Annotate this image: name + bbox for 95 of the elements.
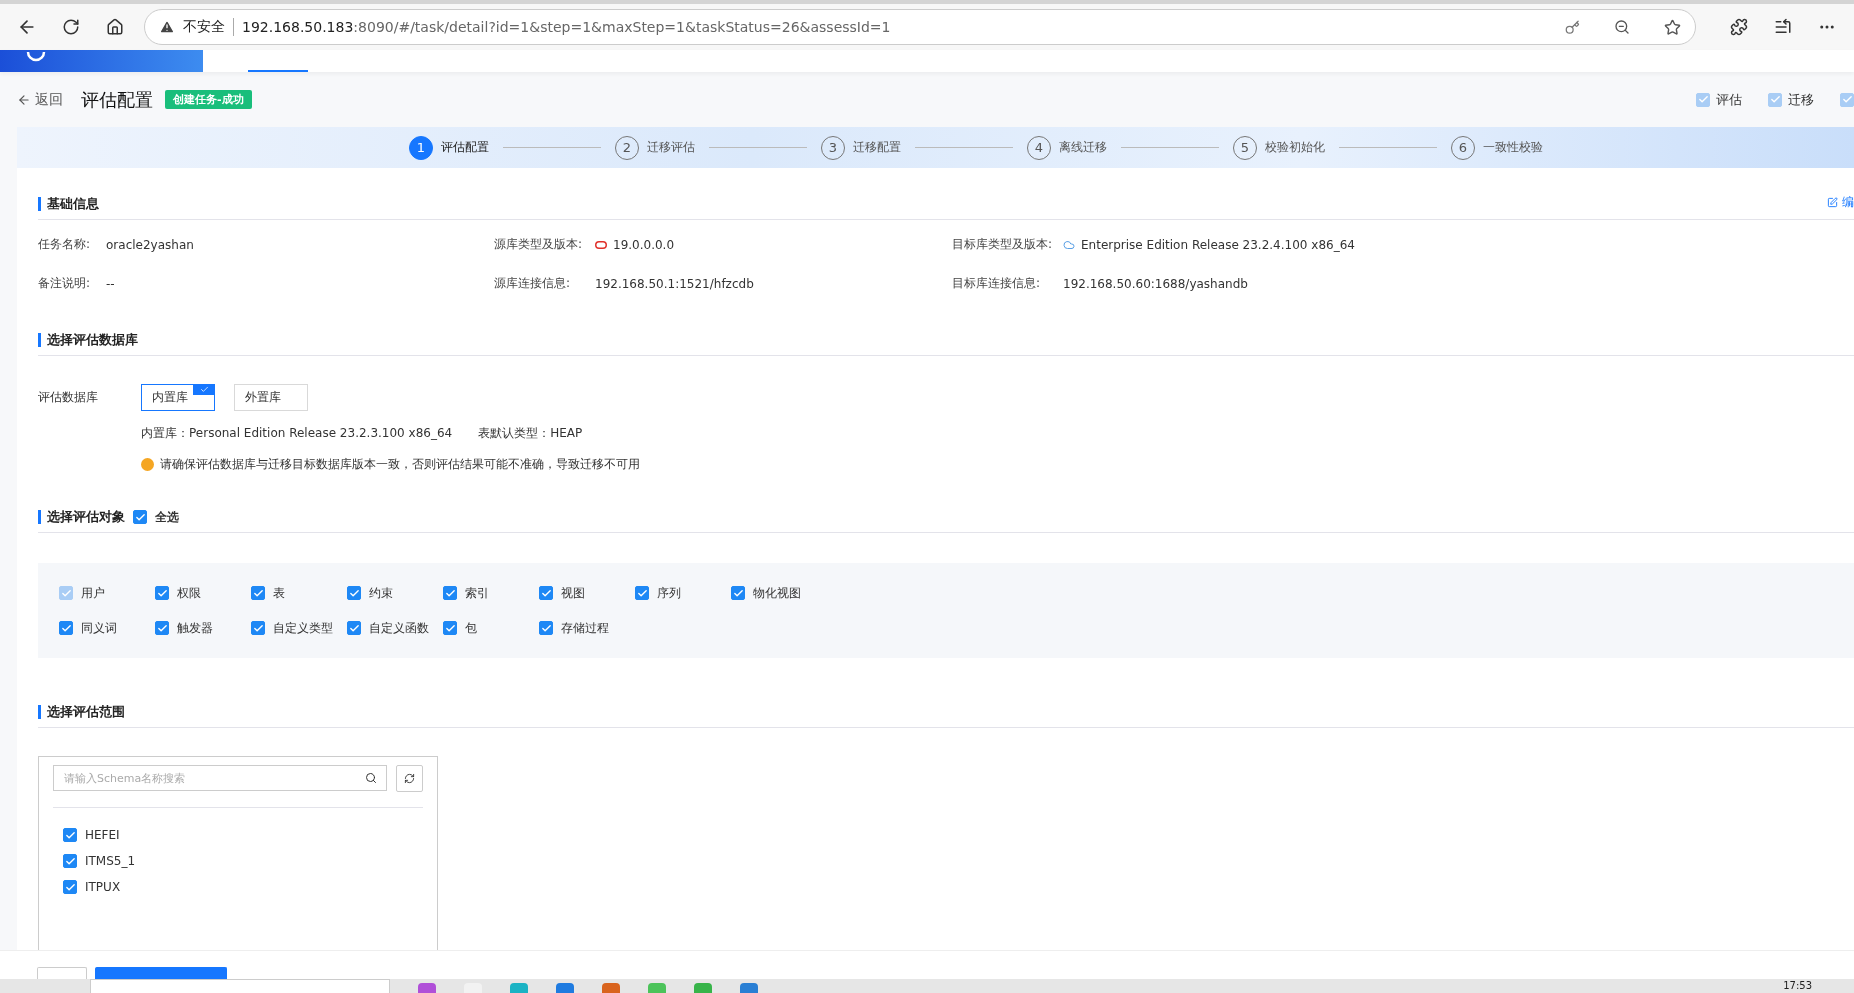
field-value: -- <box>106 276 115 291</box>
field-value: 192.168.50.1:1521/hfzcdb <box>595 276 754 291</box>
logo-icon <box>26 52 46 62</box>
toggle-label: 评估 <box>1716 90 1742 109</box>
field-label: 任务名称: <box>38 236 92 253</box>
option-button[interactable]: 外置库 <box>234 384 308 411</box>
edit-icon <box>1827 197 1838 208</box>
back-link[interactable]: 返回 <box>17 90 63 109</box>
checkbox-label: 权限 <box>177 584 201 602</box>
section-title: 选择评估对象 <box>47 510 125 524</box>
check-icon <box>193 384 215 395</box>
field-label: 源库连接信息: <box>494 275 572 292</box>
option-button[interactable]: 内置库 <box>141 384 215 411</box>
app-icon[interactable] <box>740 983 758 993</box>
checkbox[interactable] <box>155 586 169 600</box>
section-title: 选择评估范围 <box>38 705 125 719</box>
checkbox[interactable] <box>347 621 361 635</box>
checkbox[interactable] <box>1840 92 1854 107</box>
checkbox[interactable] <box>539 621 553 635</box>
checkbox[interactable] <box>63 880 77 894</box>
checkbox-label: 自定义类型 <box>273 619 333 637</box>
checkbox[interactable] <box>731 586 745 600</box>
checkbox-label: 包 <box>465 619 477 637</box>
url-text: 192.168.50.183:8090/#/task/detail?id=1&step=1&maxStep=1&taskStatus=26&assessId=1 <box>242 19 891 35</box>
step-label[interactable]: 迁移配置 <box>853 139 901 156</box>
field-value: 19.0.0.0.0 <box>613 237 675 252</box>
checkbox-label: 同义词 <box>81 619 117 637</box>
search-field[interactable]: 请输入Schema名称搜索 <box>53 765 387 791</box>
checkbox[interactable] <box>443 621 457 635</box>
checkbox-label: 表 <box>273 584 285 602</box>
field-value: 192.168.50.60:1688/yashandb <box>1063 276 1248 291</box>
cloud-icon <box>1063 238 1075 251</box>
step-number: 1 <box>409 135 433 160</box>
field-label: 目标库类型及版本: <box>952 236 1054 253</box>
checkbox-label: 自定义函数 <box>369 619 429 637</box>
field-value: Enterprise Edition Release 23.2.4.100 x86_64 <box>1081 237 1355 252</box>
checkbox[interactable] <box>1696 92 1710 107</box>
page-title: 评估配置 <box>81 87 153 112</box>
checkbox[interactable] <box>63 854 77 868</box>
security-label: 不安全 <box>183 18 225 36</box>
checkbox[interactable] <box>539 586 553 600</box>
key-icon[interactable] <box>1565 19 1580 35</box>
checkbox[interactable] <box>347 586 361 600</box>
warning-icon <box>141 458 154 471</box>
checkbox[interactable] <box>59 621 73 635</box>
checkbox-label: 约束 <box>369 584 393 602</box>
checkbox[interactable] <box>251 621 265 635</box>
search-icon[interactable] <box>365 772 377 784</box>
schema-name: ITMS5_1 <box>85 854 136 868</box>
field-value: oracle2yashan <box>106 237 194 252</box>
refresh-icon <box>404 773 415 784</box>
info-text: 表默认类型：HEAP <box>478 425 583 442</box>
app-icon[interactable] <box>556 983 574 993</box>
status-badge: 创建任务-成功 <box>165 90 252 109</box>
info-text: 内置库：Personal Edition Release 23.2.3.100 x86_64 <box>141 425 453 442</box>
star-icon[interactable] <box>1664 18 1681 36</box>
step-label[interactable]: 校验初始化 <box>1265 139 1325 156</box>
app-icon[interactable] <box>602 983 620 993</box>
field-label: 目标库连接信息: <box>952 275 1042 292</box>
edit-link[interactable]: 编 <box>1827 194 1854 211</box>
step-label[interactable]: 离线迁移 <box>1059 139 1107 156</box>
clock-time: 17:53 <box>1783 979 1812 993</box>
section-title: 选择评估数据库 <box>38 333 138 347</box>
field-label: 备注说明: <box>38 275 92 292</box>
checkbox-label: 视图 <box>561 584 585 602</box>
checkbox-label: 序列 <box>657 584 681 602</box>
toggle-label: 迁移 <box>1788 90 1814 109</box>
database-icon <box>595 240 607 249</box>
step-label[interactable]: 一致性校验 <box>1483 139 1543 156</box>
checkbox[interactable] <box>1768 92 1782 107</box>
refresh-button[interactable] <box>396 765 423 792</box>
address-bar[interactable]: 不安全 192.168.50.183:8090/#/task/detail?id=1&step=1&maxStep=1&taskStatus=26&assessId=1 <box>144 9 1696 45</box>
checkbox[interactable] <box>635 586 649 600</box>
field-label: 评估数据库 <box>38 389 99 406</box>
checkbox-label: 触发器 <box>177 619 213 637</box>
checkbox[interactable] <box>133 510 147 524</box>
field-label: 源库类型及版本: <box>494 236 584 253</box>
app-icon[interactable] <box>418 983 436 993</box>
checkbox-label: 用户 <box>81 584 105 602</box>
checkbox-label: 索引 <box>465 584 489 602</box>
step-label[interactable]: 迁移评估 <box>647 139 695 156</box>
checkbox-label: 全选 <box>155 510 179 524</box>
checkbox-label: 存储过程 <box>561 619 609 637</box>
checkbox[interactable] <box>251 586 265 600</box>
section-title: 基础信息 <box>38 197 99 211</box>
step-label[interactable]: 评估配置 <box>441 139 489 156</box>
zoom-out-icon[interactable] <box>1614 19 1630 35</box>
checkbox-label: 物化视图 <box>753 584 801 602</box>
schema-name: HEFEI <box>85 828 120 842</box>
checkbox[interactable] <box>63 828 77 842</box>
warning-icon <box>159 19 175 35</box>
checkbox[interactable] <box>443 586 457 600</box>
schema-name: ITPUX <box>85 880 121 894</box>
checkbox[interactable] <box>155 621 169 635</box>
warning-text: 请确保评估数据库与迁移目标数据库版本一致，否则评估结果可能不准确，导致迁移不可用 <box>160 456 640 473</box>
